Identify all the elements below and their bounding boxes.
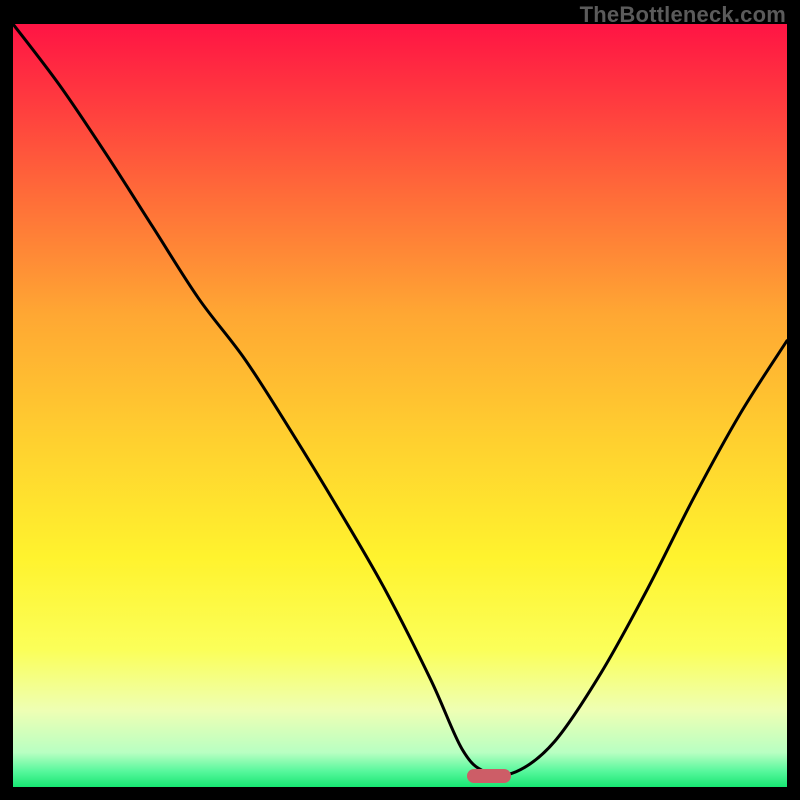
optimal-marker bbox=[467, 769, 511, 783]
plot-frame bbox=[13, 24, 787, 787]
bottleneck-curve bbox=[13, 24, 787, 787]
watermark-text: TheBottleneck.com bbox=[580, 2, 786, 28]
